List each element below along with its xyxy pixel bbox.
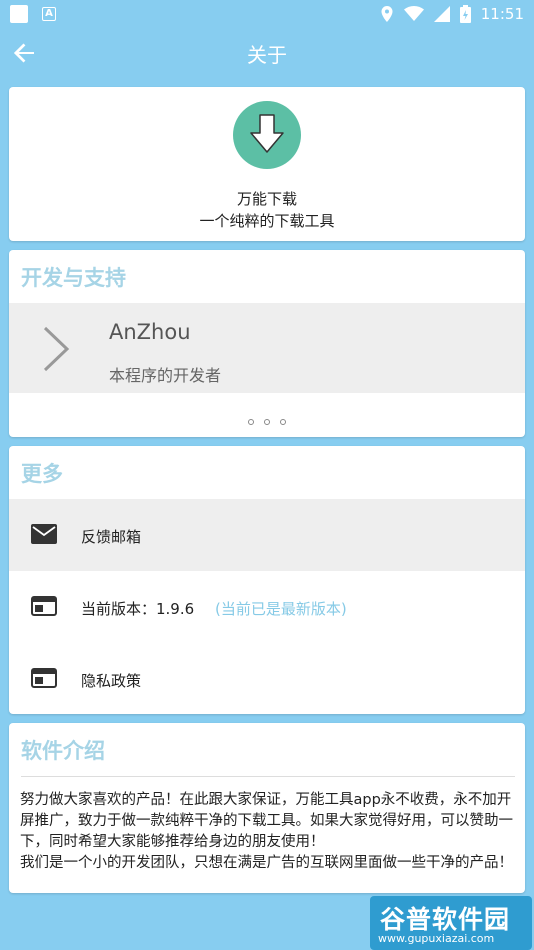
web-window-icon <box>31 668 57 688</box>
chevron-right-icon <box>43 326 70 372</box>
developer-role: 本程序的开发者 <box>109 366 222 385</box>
section-title-dev: 开发与支持 <box>21 266 126 290</box>
version-label: 当前版本：1.9.6 <box>81 600 195 618</box>
feedback-email-row[interactable]: 反馈邮箱 <box>9 499 525 571</box>
intro-paragraph-2: 我们是一个小的开发团队，只想在满是广告的互联网里面做一些干净的产品！ <box>20 855 513 871</box>
watermark-text: 谷普软件园 <box>380 905 511 934</box>
developer-name: AnZhou <box>109 320 191 344</box>
developer-item[interactable]: AnZhou 本程序的开发者 <box>9 303 525 393</box>
mail-icon <box>31 524 57 544</box>
app-logo-download-icon <box>233 101 301 169</box>
notification-icon <box>10 5 28 23</box>
pager-dot <box>264 419 270 425</box>
signal-icon <box>433 6 450 22</box>
privacy-policy-row[interactable]: 隐私政策 <box>9 643 525 714</box>
more-card: 更多 反馈邮箱 当前版本：1.9.6 (当前已是最新版本) 隐私政策 <box>9 446 525 714</box>
web-window-icon <box>31 596 57 616</box>
pager-dots <box>9 410 525 429</box>
app-name: 万能下载 <box>236 190 297 208</box>
back-arrow-icon[interactable] <box>10 39 38 67</box>
pager-dot <box>280 419 286 425</box>
version-status: (当前已是最新版本) <box>215 600 347 618</box>
section-title-more: 更多 <box>21 462 63 486</box>
a-notification-icon: A <box>42 7 56 21</box>
divider <box>21 776 515 777</box>
pager-dot <box>248 419 254 425</box>
app-info-card: 万能下载 一个纯粹的下载工具 <box>9 87 525 241</box>
status-bar: A 11:51 <box>0 0 534 28</box>
watermark-logo: 谷普软件园 www.gupuxiazai.com <box>370 896 532 950</box>
intro-paragraph-1: 努力做大家喜欢的产品！在此跟大家保证，万能工具app永不收费，永不加开屏推广，致… <box>20 792 513 850</box>
page-title: 关于 <box>247 42 287 67</box>
software-intro-card: 软件介绍 努力做大家喜欢的产品！在此跟大家保证，万能工具app永不收费，永不加开… <box>9 723 525 893</box>
version-row[interactable]: 当前版本：1.9.6 (当前已是最新版本) <box>9 571 525 643</box>
intro-text: 努力做大家喜欢的产品！在此跟大家保证，万能工具app永不收费，永不加开屏推广，致… <box>20 790 517 874</box>
dev-support-card: 开发与支持 AnZhou 本程序的开发者 <box>9 250 525 437</box>
app-bar: 关于 <box>0 28 534 78</box>
app-slogan: 一个纯粹的下载工具 <box>199 212 335 230</box>
section-title-intro: 软件介绍 <box>21 739 105 763</box>
wifi-icon <box>403 6 424 21</box>
location-icon <box>381 6 393 22</box>
watermark-url: www.gupuxiazai.com <box>378 932 495 945</box>
status-time: 11:51 <box>480 5 524 23</box>
feedback-email-label: 反馈邮箱 <box>81 528 142 546</box>
privacy-policy-label: 隐私政策 <box>81 672 142 690</box>
battery-icon <box>459 5 471 23</box>
